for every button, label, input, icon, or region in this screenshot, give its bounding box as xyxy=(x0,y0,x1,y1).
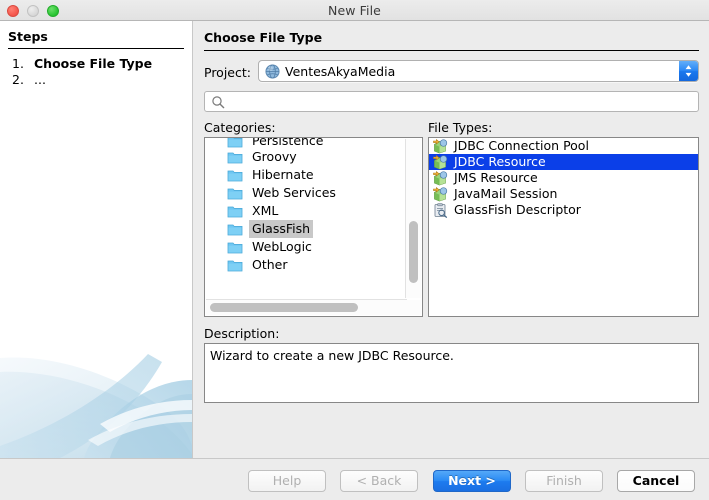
list-item[interactable]: JDBC Connection Pool xyxy=(429,138,698,154)
file-types-label: File Types: xyxy=(428,120,493,135)
folder-icon xyxy=(227,152,243,163)
list-item[interactable]: Web Services xyxy=(205,184,406,202)
project-combobox[interactable]: VentesAkyaMedia xyxy=(258,60,699,82)
project-value: VentesAkyaMedia xyxy=(285,64,396,79)
step-number: 2. xyxy=(12,72,24,87)
list-item-selected[interactable]: JDBC Resource xyxy=(429,154,698,170)
folder-icon xyxy=(227,260,243,271)
list-item-label: Hibernate xyxy=(252,167,314,182)
cancel-button[interactable]: Cancel xyxy=(617,470,695,492)
chevron-updown-icon[interactable] xyxy=(679,61,698,81)
step-item-2: 2.... xyxy=(12,72,46,87)
step-number: 1. xyxy=(12,56,24,71)
scrollbar-thumb[interactable] xyxy=(210,303,358,312)
folder-icon xyxy=(227,224,243,235)
categories-horizontal-scrollbar[interactable] xyxy=(206,299,407,315)
categories-label: Categories: xyxy=(204,120,276,135)
step-item-1: 1. Choose File Type xyxy=(12,56,152,71)
folder-icon xyxy=(227,206,243,217)
file-types-list[interactable]: JDBC Connection Pool JDBC Resource JMS R… xyxy=(428,137,699,317)
list-item-selected[interactable]: GlassFish xyxy=(205,220,406,238)
list-item-label: Web Services xyxy=(252,185,336,200)
steps-panel: Steps 1. Choose File Type 2.... xyxy=(0,21,192,458)
dialog-footer: Help < Back Next > Finish Cancel xyxy=(0,458,709,500)
list-item[interactable]: Groovy xyxy=(205,148,406,166)
globe-icon xyxy=(265,64,280,79)
list-item-label: Groovy xyxy=(252,149,297,164)
search-icon xyxy=(212,96,225,109)
list-item-label: JavaMail Session xyxy=(454,186,558,201)
step-label: Choose File Type xyxy=(34,56,153,71)
list-item-label: XML xyxy=(252,203,279,218)
categories-list[interactable]: Persistence Groovy Hibernate Web Service… xyxy=(204,137,423,317)
list-item[interactable]: JMS Resource xyxy=(429,170,698,186)
list-item[interactable]: JavaMail Session xyxy=(429,186,698,202)
step-label: ... xyxy=(34,72,46,87)
title-bar: New File xyxy=(0,0,709,21)
content-panel: Choose File Type Project: VentesAkyaMedi… xyxy=(193,21,709,458)
folder-icon xyxy=(227,242,243,253)
list-item[interactable]: Persistence xyxy=(205,138,406,148)
finish-button[interactable]: Finish xyxy=(525,470,603,492)
list-item-label: WebLogic xyxy=(252,239,312,254)
page-title-divider xyxy=(204,50,699,51)
categories-vertical-scrollbar[interactable] xyxy=(405,139,421,298)
list-item-label: JDBC Connection Pool xyxy=(454,138,589,153)
list-item[interactable]: GlassFish Descriptor xyxy=(429,202,698,218)
description-text: Wizard to create a new JDBC Resource. xyxy=(210,348,454,363)
search-field[interactable] xyxy=(204,91,699,112)
folder-icon xyxy=(227,170,243,181)
search-input[interactable] xyxy=(229,94,689,109)
list-item-label: JDBC Resource xyxy=(454,154,546,169)
window-title: New File xyxy=(328,3,381,18)
project-label: Project: xyxy=(204,65,251,80)
list-item-label: GlassFish Descriptor xyxy=(454,202,581,217)
steps-heading: Steps xyxy=(8,29,48,44)
list-item[interactable]: WebLogic xyxy=(205,238,406,256)
steps-divider xyxy=(8,48,184,49)
descriptor-icon xyxy=(434,202,448,218)
description-label: Description: xyxy=(204,326,280,341)
page-title: Choose File Type xyxy=(204,30,323,45)
decorative-swoosh-graphic xyxy=(0,354,192,458)
new-file-dialog: New File Steps 1. Choose File Type 2.... xyxy=(0,0,709,500)
categories-list-viewport[interactable]: Persistence Groovy Hibernate Web Service… xyxy=(205,138,406,298)
scrollbar-corner xyxy=(406,300,421,315)
list-item-label: Other xyxy=(252,257,288,272)
list-item[interactable]: Hibernate xyxy=(205,166,406,184)
description-box: Wizard to create a new JDBC Resource. xyxy=(204,343,699,403)
resource-icon xyxy=(433,138,448,153)
resource-icon xyxy=(433,186,448,201)
help-button[interactable]: Help xyxy=(248,470,326,492)
list-item[interactable]: Other xyxy=(205,256,406,274)
list-item-label: GlassFish xyxy=(249,220,314,238)
back-button[interactable]: < Back xyxy=(340,470,418,492)
next-button[interactable]: Next > xyxy=(433,470,511,492)
resource-icon xyxy=(433,154,448,169)
folder-icon xyxy=(227,188,243,199)
list-item-label: JMS Resource xyxy=(454,170,538,185)
resource-icon xyxy=(433,170,448,185)
scrollbar-thumb[interactable] xyxy=(409,221,418,283)
folder-icon xyxy=(227,138,243,147)
list-item[interactable]: XML xyxy=(205,202,406,220)
